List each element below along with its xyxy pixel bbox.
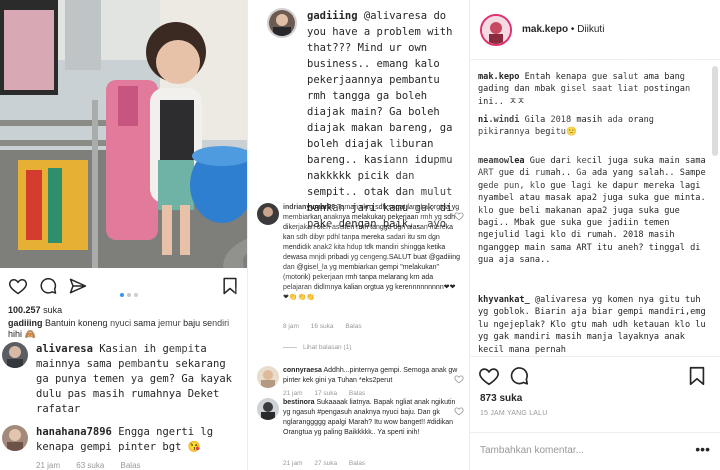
comment-username[interactable]: bestinora (283, 399, 315, 406)
comment-item: mak.kepo Entah kenapa gue salut ama bang… (478, 71, 708, 108)
avatar[interactable] (2, 425, 28, 451)
comments-list: mak.kepo Entah kenapa gue salut ama bang… (470, 61, 720, 356)
comment-text: Gue dari kecil juga suka main sama ART g… (478, 156, 706, 266)
comment-icon[interactable] (508, 365, 530, 387)
post-caption: gadiiing Bantuin koneng nyuci sama jemur… (8, 318, 244, 340)
heart-icon[interactable] (8, 276, 28, 296)
comment-item: meamowlea Gue dari kecil juga suka main … (478, 155, 708, 267)
heart-icon[interactable] (478, 365, 500, 387)
comment-meta: 21 jam 63 suka Balas (36, 461, 155, 470)
avatar[interactable] (257, 398, 279, 420)
middle-comments-panel: gadiiing @alivaresa do you have a proble… (249, 0, 470, 470)
comment-username[interactable]: hanahana7896 (36, 426, 112, 438)
like-count-value: 100.257 (8, 305, 41, 315)
comment-item: khyvankat_ @alivaresa yg komen nya gitu … (478, 294, 708, 356)
comment-username[interactable]: mak.kepo (478, 72, 519, 82)
comment-username[interactable]: ni.windi (478, 115, 519, 125)
share-icon[interactable] (68, 276, 88, 296)
add-comment-bar: Tambahkan komentar... ••• (470, 432, 720, 470)
post-header: mak.kepo • Diikuti (470, 0, 720, 60)
comment-likes[interactable]: 16 suka (311, 323, 334, 330)
comment-meta: 8 jam 16 suka Balas (283, 323, 372, 330)
comment-text: @alivaresa do you have a problem with th… (307, 10, 453, 230)
bookmark-icon[interactable] (220, 276, 240, 296)
comment-username[interactable]: meamowlea (478, 156, 525, 166)
view-replies-link[interactable]: Lihat balasan (1) (283, 344, 351, 351)
right-post-panel: mak.kepo • Diikuti mak.kepo Entah kenapa… (470, 0, 720, 470)
avatar[interactable] (257, 203, 279, 225)
comment-meta: 21 jam 17 suka Balas (283, 390, 375, 397)
comment-likes[interactable]: 27 suka (314, 460, 337, 467)
avatar[interactable] (2, 342, 28, 368)
reply-button[interactable]: Balas (345, 323, 361, 330)
like-count[interactable]: 100.257 suka (8, 305, 62, 315)
add-comment-input[interactable]: Tambahkan komentar... (480, 445, 584, 456)
post-author-username[interactable]: mak.kepo (522, 24, 568, 35)
left-post-actions (8, 276, 240, 298)
comment-body: hanahana7896 Engga ngerti lg kenapa gemp… (36, 425, 242, 455)
comment-meta: 21 jam 27 suka Balas (283, 460, 375, 467)
comment-text: Taman skrg sdh sngat langka orgtua yg me… (283, 204, 461, 301)
left-post-panel: 100.257 suka gadiiing Bantuin koneng nyu… (0, 0, 248, 470)
comment-username[interactable]: alivaresa (36, 343, 93, 355)
comment-time: 21 jam (283, 390, 303, 397)
reply-button[interactable]: Balas (349, 460, 365, 467)
comment-body: indrianyumar08 Taman skrg sdh sngat lang… (283, 203, 461, 303)
comment-likes[interactable]: 17 suka (314, 390, 337, 397)
bookmark-icon[interactable] (686, 365, 708, 387)
comment-heart-icon[interactable] (454, 371, 464, 384)
more-options-icon[interactable]: ••• (695, 441, 710, 457)
avatar[interactable] (480, 14, 512, 46)
comment-likes[interactable]: 63 suka (76, 461, 104, 470)
caption-username[interactable]: gadiiing (8, 318, 43, 328)
like-count[interactable]: 873 suka (480, 393, 522, 404)
post-photo (0, 0, 247, 268)
comment-body: connyraesa Addhh...pinternya gempi. Semo… (283, 366, 461, 386)
comment-heart-icon[interactable] (454, 208, 464, 221)
avatar[interactable] (267, 8, 297, 38)
carousel-dots (120, 284, 141, 302)
comment-username[interactable]: khyvankat_ (478, 295, 530, 305)
reply-button[interactable]: Balas (121, 461, 141, 470)
comment-item: ni.windi Gila 2018 masih ada orang pikir… (478, 114, 708, 139)
comment-time: 21 jam (283, 460, 303, 467)
comments-scrollbar[interactable] (712, 66, 718, 156)
comment-time: 8 jam (283, 323, 299, 330)
comment-body: alivaresa Kasian ih gempita mainnya sama… (36, 342, 242, 417)
comment-icon[interactable] (38, 276, 58, 296)
comment-username[interactable]: indrianyumar08 (283, 204, 335, 211)
post-timestamp: 15 JAM YANG LALU (480, 410, 548, 417)
post-photo-illustration (0, 0, 247, 268)
comment-username[interactable]: gadiiing (307, 10, 358, 22)
avatar[interactable] (257, 366, 279, 388)
comment-heart-icon[interactable] (454, 403, 464, 416)
comment-body: gadiiing @alivaresa do you have a proble… (307, 8, 465, 232)
comment-body: bestinora Sukaaaak liatnya. Bapak ngliat… (283, 398, 461, 438)
reply-button[interactable]: Balas (349, 390, 365, 397)
following-status[interactable]: • Diikuti (571, 24, 605, 35)
like-count-suffix: suka (43, 305, 63, 315)
comment-username[interactable]: connyraesa (283, 367, 322, 374)
post-author: mak.kepo • Diikuti (522, 24, 604, 35)
comment-time: 21 jam (36, 461, 61, 470)
